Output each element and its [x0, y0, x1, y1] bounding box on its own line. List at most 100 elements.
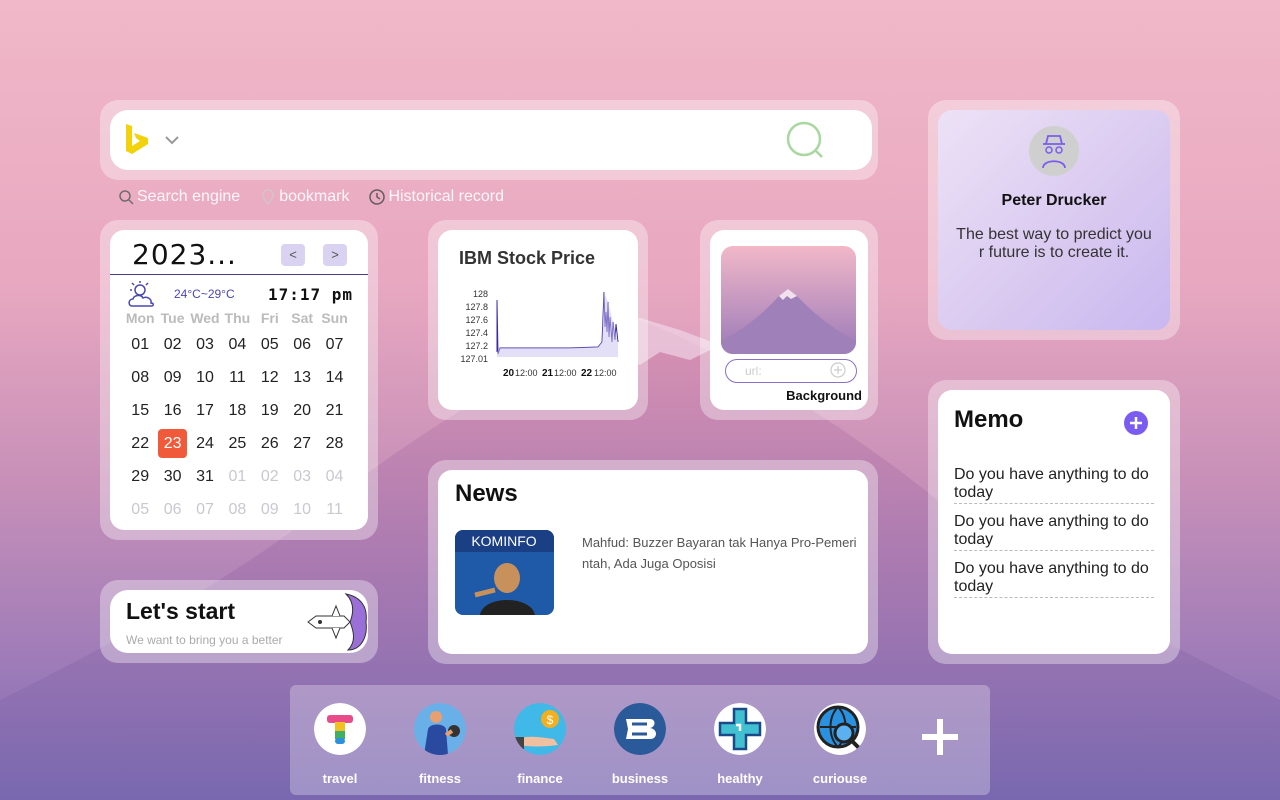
- calendar-day[interactable]: 17: [189, 394, 221, 427]
- news-headline[interactable]: Mahfud: Buzzer Bayaran tak Hanya Pro-Pem…: [582, 532, 857, 574]
- calendar-day[interactable]: 23: [158, 429, 187, 458]
- add-memo-button[interactable]: [1124, 411, 1148, 435]
- memo-widget: Memo Do you have anything to do today Do…: [938, 390, 1170, 654]
- calendar-day[interactable]: 18: [221, 394, 253, 427]
- weather-temperature: 24°C~29°C: [174, 287, 235, 301]
- calendar-day[interactable]: 08: [221, 493, 253, 526]
- news-thumbnail[interactable]: KOMINFO: [455, 530, 554, 615]
- memo-item[interactable]: Do you have anything to do today: [954, 513, 1154, 551]
- calendar-day[interactable]: 15: [124, 394, 156, 427]
- calendar-day[interactable]: 06: [286, 328, 318, 361]
- tab-label: Historical record: [388, 188, 505, 205]
- memo-item[interactable]: Do you have anything to do today: [954, 560, 1154, 598]
- calendar-day[interactable]: 31: [189, 460, 221, 493]
- calendar-day[interactable]: 04: [221, 328, 253, 361]
- calendar-day[interactable]: 28: [318, 427, 350, 460]
- dock-item-finance[interactable]: $ finance: [505, 703, 575, 786]
- calendar-day[interactable]: 14: [318, 361, 350, 394]
- calendar-day[interactable]: 08: [124, 361, 156, 394]
- calendar-day[interactable]: 02: [254, 460, 286, 493]
- calendar-day[interactable]: 27: [286, 427, 318, 460]
- calendar-day[interactable]: 30: [156, 460, 188, 493]
- background-widget: url: Background: [710, 230, 868, 410]
- calendar-day[interactable]: 12: [254, 361, 286, 394]
- calendar-day[interactable]: 07: [189, 493, 221, 526]
- calendar-day[interactable]: 19: [254, 394, 286, 427]
- calendar-day[interactable]: 05: [124, 493, 156, 526]
- calendar-day[interactable]: 04: [318, 460, 350, 493]
- dock-item-travel[interactable]: travel: [305, 703, 375, 786]
- calendar-day[interactable]: 26: [254, 427, 286, 460]
- news-title: News: [455, 480, 518, 507]
- search-bar[interactable]: [110, 110, 872, 170]
- pin-icon: [262, 189, 274, 205]
- tab-historical-record[interactable]: Historical record: [369, 188, 504, 206]
- add-app-button[interactable]: [918, 715, 962, 759]
- calendar-day[interactable]: 03: [189, 328, 221, 361]
- calendar-day[interactable]: 06: [156, 493, 188, 526]
- weekday-label: Sun: [321, 310, 348, 326]
- calendar-day[interactable]: 25: [221, 427, 253, 460]
- clock-icon: [369, 189, 386, 205]
- tab-label: Search engine: [137, 188, 241, 205]
- calendar-year: 2023...: [132, 238, 237, 271]
- weekday-label: Wed: [190, 310, 220, 326]
- calendar-prev-button[interactable]: <: [281, 244, 305, 266]
- search-tabs: Search engine bookmark Historical record: [118, 188, 504, 206]
- y-tick: 127.4: [465, 328, 488, 338]
- start-widget[interactable]: Let's start We want to bring you a bette…: [110, 590, 368, 653]
- start-title: Let's start: [126, 598, 236, 624]
- quote-widget: Peter Drucker The best way to predict yo…: [938, 110, 1170, 330]
- dock-label: fitness: [419, 771, 461, 786]
- tab-bookmark[interactable]: bookmark: [260, 188, 349, 206]
- y-tick: 127.6: [465, 315, 488, 325]
- calendar-day[interactable]: 10: [189, 361, 221, 394]
- dock-item-healthy[interactable]: healthy: [705, 703, 775, 786]
- calendar-day[interactable]: 05: [254, 328, 286, 361]
- calendar-day[interactable]: 09: [156, 361, 188, 394]
- calendar-day[interactable]: 09: [254, 493, 286, 526]
- weekday-label: Thu: [224, 310, 251, 326]
- search-input[interactable]: [194, 124, 778, 156]
- calendar-day[interactable]: 10: [286, 493, 318, 526]
- background-thumbnail[interactable]: [721, 246, 856, 354]
- dock-item-fitness[interactable]: fitness: [405, 703, 475, 786]
- memo-item[interactable]: Do you have anything to do today: [954, 466, 1154, 504]
- dock-label: business: [611, 771, 669, 786]
- dock-item-curiouse[interactable]: curiouse: [805, 703, 875, 786]
- calendar-next-button[interactable]: >: [323, 244, 347, 266]
- add-circle-icon[interactable]: [830, 362, 846, 378]
- chevron-down-icon[interactable]: [164, 132, 180, 148]
- quote-author: Peter Drucker: [1001, 192, 1107, 209]
- memo-title: Memo: [954, 406, 1024, 433]
- dock-label: finance: [517, 771, 563, 786]
- calendar-day[interactable]: 01: [221, 460, 253, 493]
- x-tick: 22: [581, 368, 593, 379]
- fitness-icon: [414, 703, 466, 755]
- partly-cloudy-icon: [128, 281, 154, 307]
- calendar-day[interactable]: 02: [156, 328, 188, 361]
- calendar-day[interactable]: 13: [286, 361, 318, 394]
- calendar-day[interactable]: 11: [221, 361, 253, 394]
- tab-search-engine[interactable]: Search engine: [118, 188, 240, 206]
- calendar-day[interactable]: 24: [189, 427, 221, 460]
- tab-label: bookmark: [279, 188, 350, 205]
- dock-label: healthy: [717, 771, 763, 786]
- calendar-day[interactable]: 29: [124, 460, 156, 493]
- calendar-day[interactable]: 20: [286, 394, 318, 427]
- calendar-day[interactable]: 16: [156, 394, 188, 427]
- calendar-day[interactable]: 22: [124, 427, 156, 460]
- x-tick: 21: [542, 368, 554, 379]
- x-tick: 12:00: [515, 368, 538, 378]
- background-url-field[interactable]: url:: [725, 359, 857, 383]
- dock-item-business[interactable]: business: [605, 703, 675, 786]
- calendar-day[interactable]: 21: [318, 394, 350, 427]
- calendar-day[interactable]: 03: [286, 460, 318, 493]
- calendar-day[interactable]: 11: [318, 493, 350, 526]
- calendar-day[interactable]: 07: [318, 328, 350, 361]
- bing-logo-icon[interactable]: [124, 124, 152, 156]
- stock-widget[interactable]: IBM Stock Price 128 127.8 127.6 127.4 12…: [438, 230, 638, 410]
- search-button-icon[interactable]: [786, 121, 826, 161]
- calendar-day[interactable]: 01: [124, 328, 156, 361]
- news-photo: KOMINFO: [455, 530, 554, 615]
